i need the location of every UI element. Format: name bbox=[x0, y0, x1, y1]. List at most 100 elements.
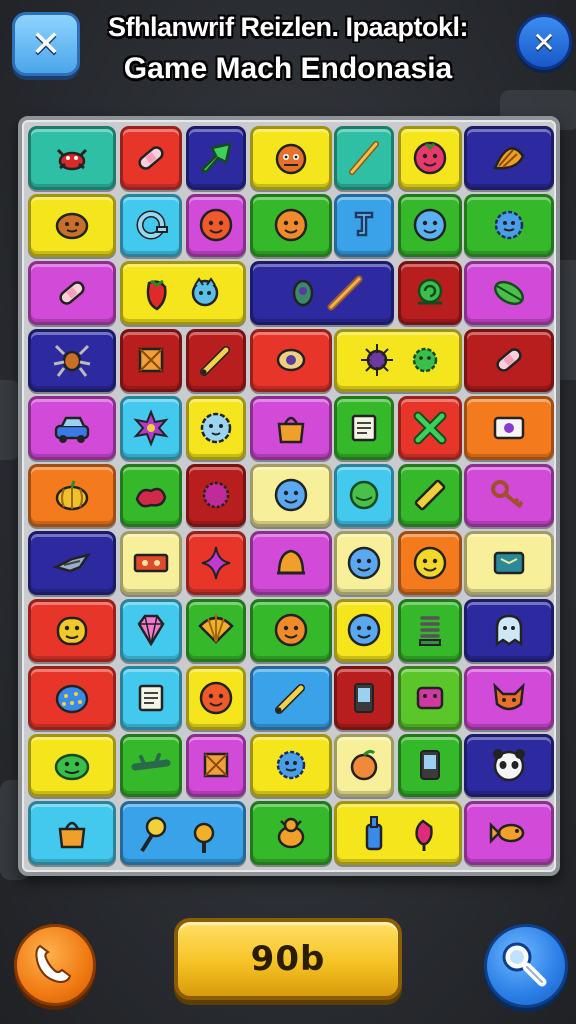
yellow-monster-icon bbox=[50, 608, 94, 652]
game-tile[interactable] bbox=[120, 666, 182, 730]
game-tile[interactable] bbox=[186, 733, 246, 797]
game-tile[interactable] bbox=[464, 463, 554, 527]
game-tile[interactable] bbox=[120, 396, 182, 460]
game-tile[interactable] bbox=[28, 126, 116, 190]
game-tile[interactable] bbox=[398, 598, 462, 662]
game-tile[interactable] bbox=[120, 193, 182, 257]
game-tile[interactable] bbox=[464, 396, 554, 460]
game-tile[interactable] bbox=[250, 801, 332, 865]
close-icon: ✕ bbox=[30, 23, 62, 65]
game-tile[interactable] bbox=[250, 666, 332, 730]
game-tile[interactable] bbox=[120, 261, 246, 325]
star-flower-icon bbox=[129, 406, 173, 450]
game-tile[interactable] bbox=[186, 531, 246, 595]
game-tile[interactable] bbox=[28, 328, 116, 392]
game-tile[interactable] bbox=[398, 666, 462, 730]
game-tile[interactable] bbox=[186, 598, 246, 662]
game-tile[interactable] bbox=[334, 396, 394, 460]
game-tile[interactable] bbox=[28, 598, 116, 662]
game-tile[interactable] bbox=[120, 126, 182, 190]
snail-icon bbox=[408, 271, 452, 315]
fish-icon bbox=[487, 811, 531, 855]
game-tile[interactable] bbox=[250, 733, 332, 797]
game-tile[interactable] bbox=[186, 193, 246, 257]
close-icon: ✕ bbox=[532, 25, 556, 59]
game-tile[interactable] bbox=[398, 531, 462, 595]
game-tile[interactable] bbox=[398, 126, 462, 190]
game-tile[interactable] bbox=[186, 126, 246, 190]
game-tile[interactable] bbox=[250, 463, 332, 527]
game-tile[interactable] bbox=[250, 193, 332, 257]
game-tile[interactable] bbox=[334, 801, 462, 865]
game-tile[interactable] bbox=[398, 261, 462, 325]
game-tile[interactable] bbox=[186, 463, 246, 527]
blue-face-icon bbox=[342, 608, 386, 652]
game-tile[interactable] bbox=[464, 531, 554, 595]
game-tile[interactable] bbox=[28, 531, 116, 595]
close-button-left[interactable]: ✕ bbox=[12, 12, 80, 76]
strawberry-cat-icon bbox=[135, 271, 231, 315]
score-button[interactable]: 90b bbox=[174, 918, 402, 1000]
game-tile[interactable] bbox=[398, 193, 462, 257]
game-tile[interactable] bbox=[398, 733, 462, 797]
cross-icon bbox=[408, 406, 452, 450]
game-tile[interactable] bbox=[464, 666, 554, 730]
game-tile[interactable] bbox=[120, 463, 182, 527]
peacock-pen-icon bbox=[267, 271, 377, 315]
key-icon bbox=[487, 473, 531, 517]
game-tile[interactable] bbox=[334, 666, 394, 730]
search-button[interactable] bbox=[484, 924, 568, 1008]
game-tile[interactable] bbox=[334, 733, 394, 797]
note-icon bbox=[129, 676, 173, 720]
game-tile[interactable] bbox=[28, 733, 116, 797]
game-tile[interactable] bbox=[250, 396, 332, 460]
game-tile[interactable] bbox=[464, 261, 554, 325]
page-title: Sfhlanwrif Reizlen. Ipaaptokl: bbox=[107, 12, 469, 42]
orange-face-icon bbox=[269, 608, 313, 652]
game-tile[interactable] bbox=[464, 801, 554, 865]
game-tile[interactable] bbox=[334, 598, 394, 662]
game-tile[interactable] bbox=[334, 126, 394, 190]
phone-button[interactable] bbox=[14, 924, 96, 1006]
game-tile[interactable] bbox=[28, 801, 116, 865]
game-tile[interactable] bbox=[186, 396, 246, 460]
game-tile[interactable] bbox=[398, 396, 462, 460]
game-tile[interactable] bbox=[120, 598, 182, 662]
game-tile[interactable] bbox=[28, 666, 116, 730]
game-tile[interactable] bbox=[334, 531, 394, 595]
game-board bbox=[18, 116, 560, 876]
game-tile[interactable] bbox=[464, 733, 554, 797]
game-tile[interactable] bbox=[120, 328, 182, 392]
game-tile[interactable] bbox=[464, 598, 554, 662]
blue-face-icon bbox=[342, 541, 386, 585]
urchins-icon bbox=[343, 338, 453, 382]
game-tile[interactable] bbox=[464, 126, 554, 190]
game-tile[interactable] bbox=[250, 328, 332, 392]
game-tile[interactable] bbox=[250, 531, 332, 595]
game-tile[interactable] bbox=[28, 193, 116, 257]
game-tile[interactable] bbox=[250, 261, 394, 325]
game-tile[interactable] bbox=[334, 328, 462, 392]
page-subtitle: Game Mach Endonasia bbox=[123, 52, 453, 85]
game-tile[interactable] bbox=[120, 801, 246, 865]
game-tile[interactable] bbox=[464, 193, 554, 257]
splat-icon bbox=[129, 473, 173, 517]
game-tile[interactable] bbox=[464, 328, 554, 392]
game-tile[interactable] bbox=[120, 733, 182, 797]
close-button-right[interactable]: ✕ bbox=[516, 14, 572, 70]
game-tile[interactable] bbox=[334, 463, 394, 527]
game-tile[interactable] bbox=[250, 598, 332, 662]
leaf-arrow-icon bbox=[194, 136, 238, 180]
game-tile[interactable] bbox=[186, 328, 246, 392]
game-tile[interactable] bbox=[398, 463, 462, 527]
game-tile[interactable] bbox=[28, 463, 116, 527]
game-tile[interactable] bbox=[28, 396, 116, 460]
game-tile[interactable] bbox=[120, 531, 182, 595]
game-tile[interactable] bbox=[334, 193, 394, 257]
dotted-blob-icon bbox=[50, 676, 94, 720]
game-tile[interactable] bbox=[186, 666, 246, 730]
tomato-face-icon bbox=[194, 676, 238, 720]
game-tile[interactable] bbox=[28, 261, 116, 325]
bell-icon bbox=[269, 541, 313, 585]
game-tile[interactable] bbox=[250, 126, 332, 190]
